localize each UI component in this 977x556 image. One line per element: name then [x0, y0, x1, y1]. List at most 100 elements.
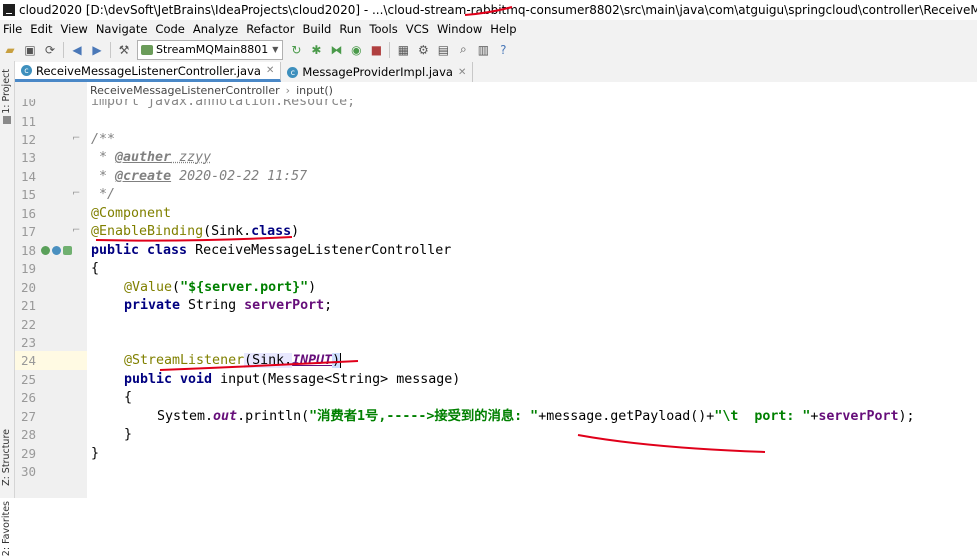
structure-tool-button[interactable]: Z: Structure: [1, 429, 12, 486]
menu-window[interactable]: Window: [434, 22, 487, 36]
menu-build[interactable]: Build: [299, 22, 336, 36]
project-structure-icon[interactable]: ▦: [393, 40, 413, 60]
line-number: 30: [20, 464, 36, 479]
class-implementation-icon[interactable]: [63, 246, 72, 255]
doc-tag: @create: [115, 169, 172, 184]
doc-comment: */: [91, 187, 116, 202]
breadcrumb-method[interactable]: input(): [296, 84, 333, 97]
line-number: 29: [20, 446, 36, 461]
line-number: 22: [20, 317, 36, 332]
code-text: (Sink.: [203, 224, 252, 239]
forward-icon[interactable]: ▶: [87, 40, 107, 60]
line-number: 18: [20, 243, 36, 258]
menu-navigate[interactable]: Navigate: [93, 22, 153, 36]
static-field: out: [213, 409, 238, 424]
class-name: ReceiveMessageListenerController: [195, 243, 452, 258]
doc-comment: zzyy: [171, 150, 212, 165]
build-icon[interactable]: ⚒: [114, 40, 134, 60]
line-number: 16: [20, 206, 36, 221]
close-icon[interactable]: ✕: [266, 65, 274, 76]
java-class-icon: c: [287, 66, 299, 78]
favorites-tool-button[interactable]: 2: Favorites: [1, 501, 12, 556]
sdk-icon[interactable]: ▤: [433, 40, 453, 60]
doc-comment: 2020-02-22 11:57: [171, 169, 308, 184]
code-line-15: */: [91, 186, 115, 205]
menu-help[interactable]: Help: [487, 22, 521, 36]
tab-label: ReceiveMessageListenerController.java: [36, 63, 261, 78]
breadcrumb: ReceiveMessageListenerController › input…: [90, 82, 333, 98]
menu-view[interactable]: View: [58, 22, 93, 36]
line-number: 21: [20, 298, 36, 313]
line-number: 28: [20, 427, 36, 442]
tab-message-provider-impl[interactable]: c MessageProviderImpl.java ✕: [281, 62, 474, 82]
code-line-16: @Component: [91, 205, 171, 224]
tool-window-strip: 1: Project Z: Structure 2: Favorites: [0, 61, 15, 556]
doc-comment: /**: [91, 132, 116, 147]
menu-analyze[interactable]: Analyze: [190, 22, 243, 36]
close-icon[interactable]: ✕: [458, 67, 466, 78]
settings-icon[interactable]: ⚙: [413, 40, 433, 60]
brace: {: [124, 390, 133, 405]
field-name: serverPort: [244, 298, 325, 313]
chevron-down-icon: ▼: [272, 45, 279, 54]
tasks-icon[interactable]: ▥: [473, 40, 493, 60]
annotation: @StreamListener: [124, 353, 245, 368]
open-folder-icon[interactable]: ▰: [0, 40, 20, 60]
sync-icon[interactable]: ⟳: [40, 40, 60, 60]
keyword: class: [251, 224, 292, 239]
menu-edit[interactable]: Edit: [27, 22, 57, 36]
string-literal: "${server.port}": [180, 280, 309, 295]
tab-label: MessageProviderImpl.java: [302, 65, 453, 79]
line-number: 20: [20, 280, 36, 295]
code-text: ;: [324, 298, 333, 313]
keyword: public class: [91, 243, 196, 258]
spring-boot-icon: [141, 44, 153, 55]
fold-icon[interactable]: ⌐: [72, 225, 80, 236]
line-number: 24: [20, 353, 36, 368]
stop-icon[interactable]: ■: [366, 40, 386, 60]
breadcrumb-class[interactable]: ReceiveMessageListenerController: [90, 84, 280, 97]
code-text: (Sink.: [244, 353, 293, 368]
code-line-20: @Value("${server.port}"): [124, 279, 316, 298]
fold-icon[interactable]: ⌐: [72, 133, 80, 144]
main-toolbar: ▰ ▣ ⟳ ◀ ▶ ⚒ StreamMQMain8801 ▼ ↻ ✱ ⧓ ◉ ■…: [0, 38, 977, 62]
line-number: 17: [20, 224, 36, 239]
spring-bean-icon[interactable]: [41, 246, 50, 255]
back-icon[interactable]: ◀: [67, 40, 87, 60]
menu-code[interactable]: Code: [152, 22, 189, 36]
help-icon[interactable]: ?: [493, 40, 513, 60]
search-icon[interactable]: ⌕: [453, 40, 473, 60]
fold-icon[interactable]: ⌐: [72, 188, 80, 199]
menu-run[interactable]: Run: [336, 22, 366, 36]
coverage-icon[interactable]: ⧓: [326, 40, 346, 60]
menu-refactor[interactable]: Refactor: [243, 22, 299, 36]
code-text: (: [172, 280, 181, 295]
window-title: cloud2020 [D:\devSoft\JetBrains\IdeaProj…: [19, 3, 977, 17]
rerun-icon[interactable]: ↻: [286, 40, 306, 60]
annotation: @Value: [124, 280, 173, 295]
debug-icon[interactable]: ✱: [306, 40, 326, 60]
code-line-19: {: [91, 260, 99, 279]
doc-tag: @auther: [115, 150, 172, 165]
code-line-12: /**: [91, 131, 115, 150]
profile-icon[interactable]: ◉: [346, 40, 366, 60]
code-line-17: @EnableBinding(Sink.class): [91, 223, 299, 242]
code-text: ): [291, 224, 300, 239]
breadcrumb-separator: ›: [285, 83, 291, 97]
line-number: 12: [20, 132, 36, 147]
menu-tools[interactable]: Tools: [366, 22, 402, 36]
save-icon[interactable]: ▣: [20, 40, 40, 60]
line-number: 11: [20, 114, 36, 129]
spring-bean-icon[interactable]: [52, 246, 61, 255]
project-tool-button[interactable]: 1: Project: [1, 69, 12, 114]
tab-receive-message-listener-controller[interactable]: c ReceiveMessageListenerController.java …: [15, 62, 282, 82]
string-literal: "消费者1号,----->接受到的消息: ": [309, 409, 539, 424]
run-configuration-label: StreamMQMain8801: [156, 43, 269, 56]
run-configuration-select[interactable]: StreamMQMain8801 ▼: [137, 39, 284, 60]
menu-vcs[interactable]: VCS: [403, 22, 434, 36]
brace: }: [124, 427, 133, 442]
line-number: 14: [20, 169, 36, 184]
menu-file[interactable]: File: [0, 22, 27, 36]
code-line-27: System.out.println("消费者1号,----->接受到的消息: …: [157, 408, 914, 427]
code-line-21: private String serverPort;: [124, 297, 332, 316]
